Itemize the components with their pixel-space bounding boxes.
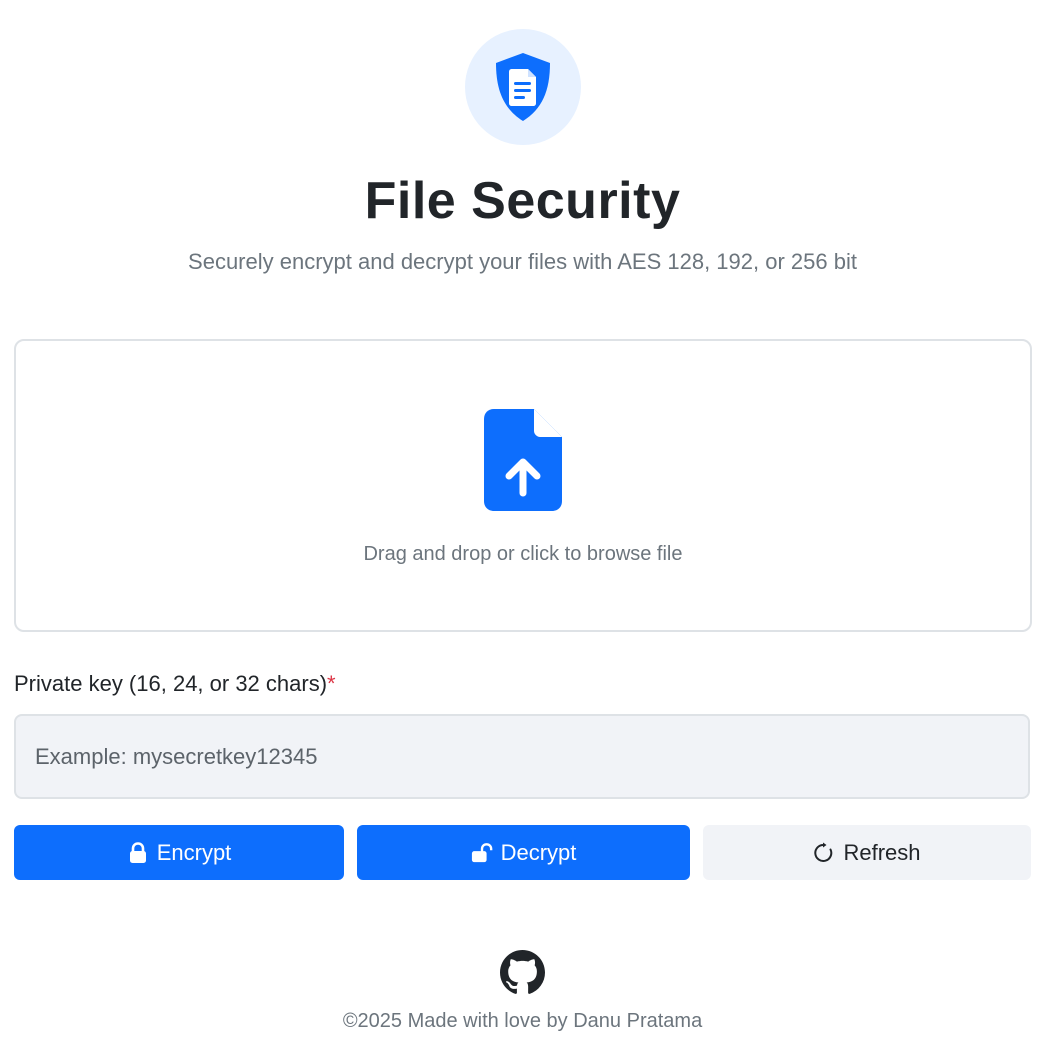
logo-badge (465, 29, 581, 145)
footer-text: ©2025 Made with love by Danu Pratama (342, 1010, 703, 1032)
dropzone-text: Drag and drop or click to browse file (363, 543, 683, 565)
decrypt-button[interactable]: Decrypt (357, 825, 690, 880)
encrypt-button[interactable]: Encrypt (14, 825, 344, 880)
app-page: File Security Securely encrypt and decry… (0, 0, 1045, 1049)
encrypt-button-label: Encrypt (156, 839, 232, 865)
private-key-input[interactable] (14, 714, 1030, 799)
refresh-button[interactable]: Refresh (703, 825, 1031, 880)
github-icon[interactable] (500, 950, 545, 995)
decrypt-button-label: Decrypt (500, 839, 577, 865)
page-title: File Security (364, 172, 681, 230)
file-upload-icon (484, 409, 562, 511)
refresh-button-label: Refresh (843, 839, 921, 865)
shield-document-icon (496, 53, 550, 121)
lock-icon (127, 841, 149, 865)
unlock-icon (471, 841, 493, 865)
page-subtitle: Securely encrypt and decrypt your files … (188, 249, 857, 274)
private-key-label: Private key (16, 24, or 32 chars)* (14, 669, 336, 699)
file-dropzone[interactable]: Drag and drop or click to browse file (14, 339, 1032, 632)
private-key-label-text: Private key (16, 24, or 32 chars) (14, 671, 328, 696)
required-mark: * (327, 671, 336, 696)
refresh-icon (813, 841, 835, 865)
